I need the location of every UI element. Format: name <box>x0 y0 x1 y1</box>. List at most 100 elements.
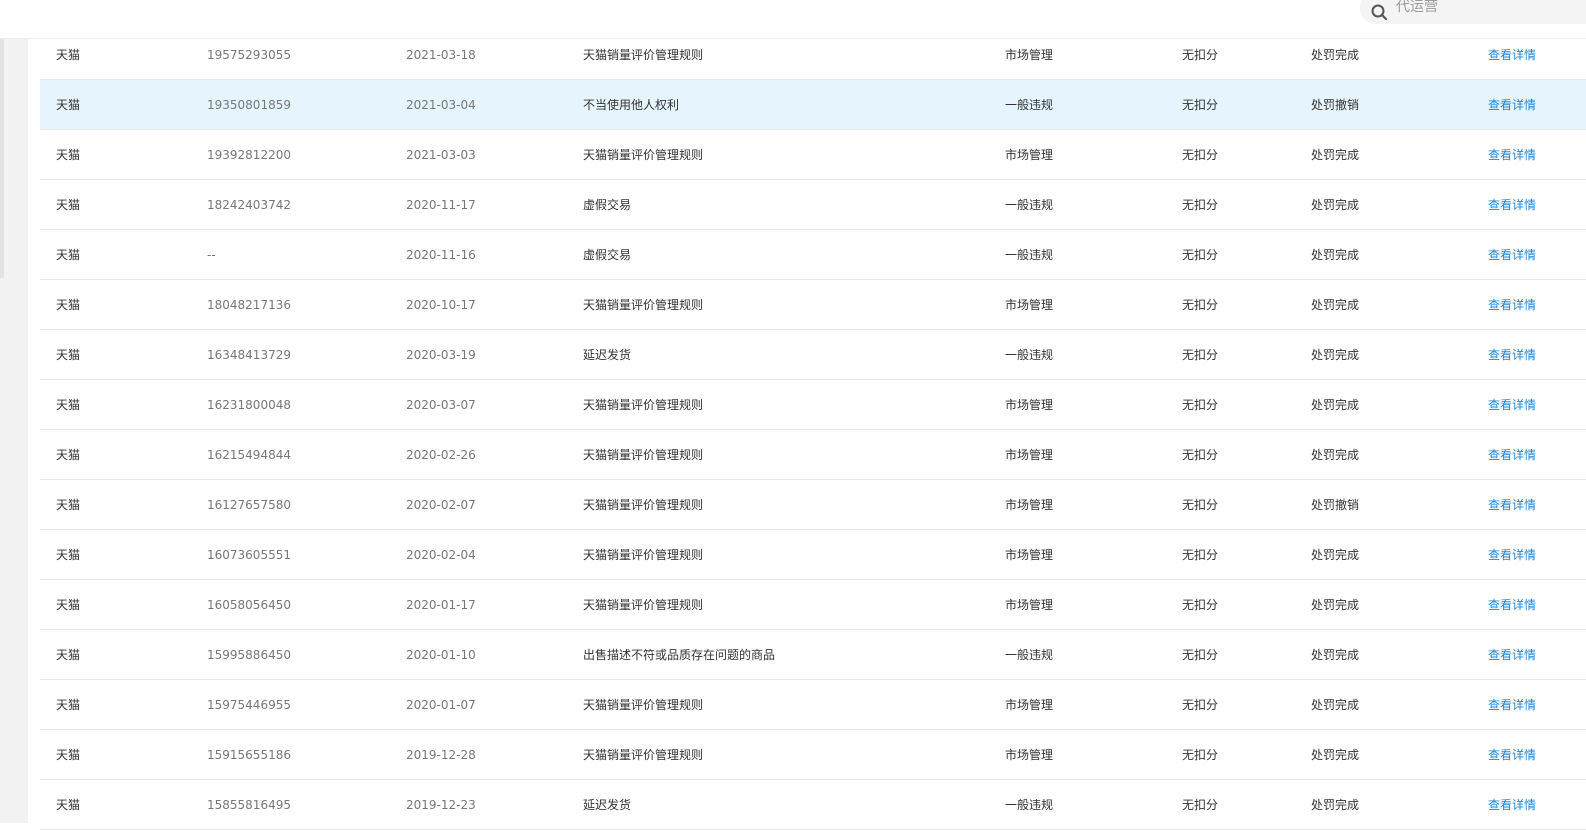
platform-cell: 天猫 <box>56 198 81 212</box>
penalty-status-cell: 处罚完成 <box>1311 748 1360 762</box>
violation-id-cell: 15995886450 <box>207 648 291 662</box>
search-box[interactable] <box>1360 0 1586 24</box>
view-details-link[interactable]: 查看详情 <box>1488 630 1536 680</box>
deduction-points-cell: 无扣分 <box>1182 598 1219 612</box>
view-details-link[interactable]: 查看详情 <box>1488 480 1536 530</box>
deduction-points-cell: 无扣分 <box>1182 148 1219 162</box>
left-sidebar-gutter <box>0 38 28 823</box>
rule-cell: 天猫销量评价管理规则 <box>583 748 704 762</box>
deduction-points-cell: 无扣分 <box>1182 98 1219 112</box>
view-details-link[interactable]: 查看详情 <box>1488 530 1536 580</box>
violation-id-cell: 16127657580 <box>207 498 291 512</box>
deduction-points-cell: 无扣分 <box>1182 648 1219 662</box>
date-cell: 2020-02-26 <box>406 448 476 462</box>
date-cell: 2020-01-17 <box>406 598 476 612</box>
date-cell: 2020-01-10 <box>406 648 476 662</box>
table-row: 天猫 16215494844 2020-02-26 天猫销量评价管理规则 市场管理 无扣分… <box>40 430 1586 480</box>
table-row: 天猫 -- 2020-11-16 虚假交易 一般违规 无扣分 处罚完成 查看详情 <box>40 230 1586 280</box>
penalty-status-cell: 处罚完成 <box>1311 248 1360 262</box>
table-row: 天猫 16127657580 2020-02-07 天猫销量评价管理规则 市场管理 无扣分… <box>40 480 1586 530</box>
table-row: 天猫 19350801859 2021-03-04 不当使用他人权利 一般违规 无扣分 处罚… <box>40 80 1586 130</box>
rule-cell: 天猫销量评价管理规则 <box>583 298 704 312</box>
violation-id-cell: 16348413729 <box>207 348 291 362</box>
platform-cell: 天猫 <box>56 248 81 262</box>
violation-type-cell: 市场管理 <box>1005 148 1054 162</box>
rule-cell: 不当使用他人权利 <box>583 98 680 112</box>
penalty-status-cell: 处罚完成 <box>1311 398 1360 412</box>
view-details-link[interactable]: 查看详情 <box>1488 730 1536 780</box>
violation-type-cell: 市场管理 <box>1005 698 1054 712</box>
rule-cell: 天猫销量评价管理规则 <box>583 598 704 612</box>
penalty-status-cell: 处罚完成 <box>1311 198 1360 212</box>
view-details-link[interactable]: 查看详情 <box>1488 330 1536 380</box>
violation-type-cell: 市场管理 <box>1005 448 1054 462</box>
sidebar-scroll-thumb[interactable] <box>0 38 4 278</box>
platform-cell: 天猫 <box>56 598 81 612</box>
view-details-link[interactable]: 查看详情 <box>1488 80 1536 130</box>
view-details-link[interactable]: 查看详情 <box>1488 430 1536 480</box>
view-details-link[interactable]: 查看详情 <box>1488 580 1536 630</box>
violation-type-cell: 市场管理 <box>1005 498 1054 512</box>
violation-records-table: 天猫 19575293055 2021-03-18 天猫销量评价管理规则 市场管理 无扣分… <box>40 30 1586 830</box>
violation-id-cell: -- <box>207 248 216 262</box>
view-details-link[interactable]: 查看详情 <box>1488 680 1536 730</box>
penalty-status-cell: 处罚完成 <box>1311 648 1360 662</box>
table-row: 天猫 16058056450 2020-01-17 天猫销量评价管理规则 市场管理 无扣分… <box>40 580 1586 630</box>
rule-cell: 虚假交易 <box>583 198 632 212</box>
violation-id-cell: 18242403742 <box>207 198 291 212</box>
deduction-points-cell: 无扣分 <box>1182 298 1219 312</box>
violation-id-cell: 18048217136 <box>207 298 291 312</box>
view-details-link[interactable]: 查看详情 <box>1488 180 1536 230</box>
deduction-points-cell: 无扣分 <box>1182 198 1219 212</box>
violation-id-cell: 15975446955 <box>207 698 291 712</box>
platform-cell: 天猫 <box>56 748 81 762</box>
violation-id-cell: 19350801859 <box>207 98 291 112</box>
date-cell: 2020-01-07 <box>406 698 476 712</box>
search-icon[interactable] <box>1370 3 1390 23</box>
violation-type-cell: 一般违规 <box>1005 648 1054 662</box>
deduction-points-cell: 无扣分 <box>1182 698 1219 712</box>
platform-cell: 天猫 <box>56 148 81 162</box>
table-row: 天猫 15995886450 2020-01-10 出售描述不符或品质存在问题的商品 一… <box>40 630 1586 680</box>
violation-type-cell: 市场管理 <box>1005 748 1054 762</box>
table-row: 天猫 16073605551 2020-02-04 天猫销量评价管理规则 市场管理 无扣分… <box>40 530 1586 580</box>
view-details-link[interactable]: 查看详情 <box>1488 130 1536 180</box>
date-cell: 2020-10-17 <box>406 298 476 312</box>
penalty-status-cell: 处罚撤销 <box>1311 98 1360 112</box>
rule-cell: 天猫销量评价管理规则 <box>583 548 704 562</box>
platform-cell: 天猫 <box>56 448 81 462</box>
date-cell: 2020-02-07 <box>406 498 476 512</box>
deduction-points-cell: 无扣分 <box>1182 348 1219 362</box>
deduction-points-cell: 无扣分 <box>1182 448 1219 462</box>
violation-type-cell: 一般违规 <box>1005 198 1054 212</box>
penalty-status-cell: 处罚完成 <box>1311 448 1360 462</box>
date-cell: 2019-12-28 <box>406 748 476 762</box>
platform-cell: 天猫 <box>56 348 81 362</box>
deduction-points-cell: 无扣分 <box>1182 398 1219 412</box>
view-details-link[interactable]: 查看详情 <box>1488 280 1536 330</box>
date-cell: 2020-02-04 <box>406 548 476 562</box>
table-row: 天猫 18048217136 2020-10-17 天猫销量评价管理规则 市场管理 无扣分… <box>40 280 1586 330</box>
date-cell: 2020-11-17 <box>406 198 476 212</box>
violation-id-cell: 16215494844 <box>207 448 291 462</box>
violation-type-cell: 一般违规 <box>1005 248 1054 262</box>
rule-cell: 天猫销量评价管理规则 <box>583 148 704 162</box>
penalty-status-cell: 处罚完成 <box>1311 348 1360 362</box>
penalty-status-cell: 处罚完成 <box>1311 298 1360 312</box>
violation-type-cell: 一般违规 <box>1005 348 1054 362</box>
platform-cell: 天猫 <box>56 498 81 512</box>
violation-id-cell: 16231800048 <box>207 398 291 412</box>
penalty-status-cell: 处罚完成 <box>1311 698 1360 712</box>
table-row: 天猫 19392812200 2021-03-03 天猫销量评价管理规则 市场管理 无扣分… <box>40 130 1586 180</box>
violation-type-cell: 一般违规 <box>1005 98 1054 112</box>
date-cell: 2020-03-07 <box>406 398 476 412</box>
view-details-link[interactable]: 查看详情 <box>1488 230 1536 280</box>
violation-id-cell: 15915655186 <box>207 748 291 762</box>
violation-type-cell: 市场管理 <box>1005 598 1054 612</box>
view-details-link[interactable]: 查看详情 <box>1488 380 1536 430</box>
date-cell: 2021-03-03 <box>406 148 476 162</box>
search-input[interactable] <box>1396 0 1586 18</box>
rule-cell: 天猫销量评价管理规则 <box>583 398 704 412</box>
penalty-status-cell: 处罚完成 <box>1311 148 1360 162</box>
deduction-points-cell: 无扣分 <box>1182 498 1219 512</box>
